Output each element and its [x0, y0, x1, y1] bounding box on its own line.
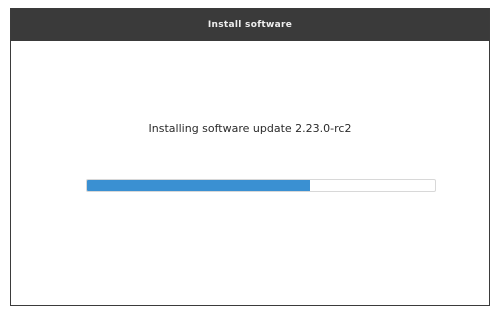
install-progress-fill — [87, 180, 310, 191]
dialog-titlebar: Install software — [11, 9, 489, 41]
install-software-dialog: Install software Installing software upd… — [10, 8, 490, 306]
install-progress-bar — [86, 179, 436, 192]
dialog-title: Install software — [207, 20, 293, 30]
install-status-message: Installing software update 2.23.0-rc2 — [148, 122, 352, 135]
